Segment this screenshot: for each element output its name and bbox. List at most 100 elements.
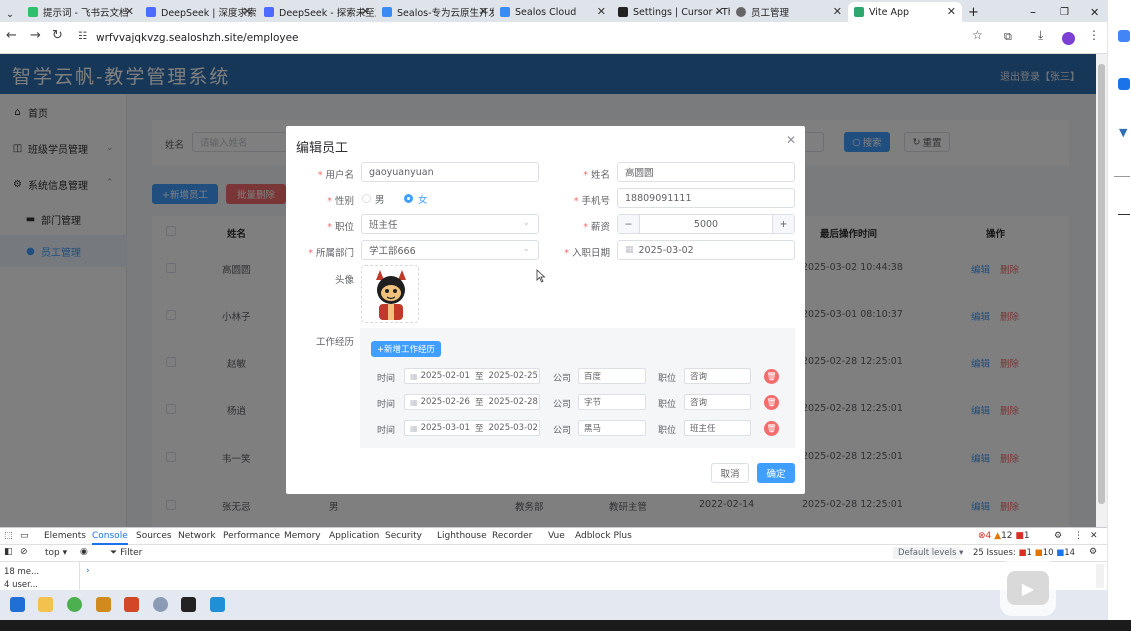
devtools-tab-active[interactable]: Console (92, 531, 128, 545)
close-tab-icon[interactable]: ✕ (125, 5, 134, 18)
bookmark-star-icon[interactable]: ☆ (972, 28, 983, 42)
devtools-tab[interactable]: Sources (136, 531, 172, 541)
start-menu-icon[interactable] (10, 597, 25, 612)
minimize-window-icon[interactable]: – (1024, 2, 1044, 22)
page-scrollbar-thumb[interactable] (1098, 64, 1105, 504)
close-icon[interactable]: ✕ (786, 133, 796, 147)
devtools-tab[interactable]: Adblock Plus (575, 531, 632, 541)
forward-icon[interactable]: → (30, 28, 41, 43)
work-company-input[interactable]: 黑马 (578, 420, 646, 436)
work-date-range[interactable]: ▦ 2025-03-01 至 2025-03-02 (404, 420, 540, 436)
new-tab-button[interactable]: + (962, 2, 984, 22)
console-sidebar-messages[interactable]: 18 me... (4, 567, 39, 577)
clear-console-icon[interactable]: ⊘ (20, 547, 28, 557)
error-count[interactable]: ⊗4 ▲12 ■1 (978, 531, 1030, 541)
entry-date-picker[interactable]: ▦ 2025-03-02 (617, 240, 795, 260)
site-info-icon[interactable]: ☷ (78, 31, 87, 42)
inspect-element-icon[interactable]: ⬚ (4, 531, 13, 541)
browser-tab[interactable]: Sealos-专为云原生开发 ✕ (376, 2, 494, 22)
sidebar-toggle-icon[interactable]: ◧ (4, 547, 13, 557)
powerpoint-icon[interactable] (124, 597, 139, 612)
name-input[interactable]: 高圆圆 (617, 162, 795, 182)
devtools-tab[interactable]: Elements (44, 531, 86, 541)
close-tab-icon[interactable]: ✕ (243, 5, 252, 18)
dept-select[interactable]: 学工部666 ⌄ (361, 240, 539, 260)
close-tab-icon[interactable]: ✕ (597, 5, 606, 18)
extensions-icon[interactable]: ⧉ (1004, 30, 1012, 44)
devtools-tab[interactable]: Application (329, 531, 379, 541)
console-sidebar-user-messages[interactable]: 4 user... (4, 580, 38, 590)
url-field[interactable]: wrfvvajqkvzg.sealoshzh.site/employee (96, 32, 299, 44)
browser-tab[interactable]: Sealos Cloud ✕ (494, 2, 612, 22)
device-toolbar-icon[interactable]: ▭ (20, 531, 29, 541)
work-job-input[interactable]: 咨询 (684, 394, 751, 410)
devtools-tab[interactable]: Lighthouse (437, 531, 487, 541)
browser-tab-active[interactable]: Vite App ✕ (848, 2, 962, 22)
back-icon[interactable]: ← (6, 28, 17, 43)
browser-tab[interactable]: 员工管理 ✕ (730, 2, 848, 22)
vite-side-icon[interactable]: ▼ (1119, 126, 1127, 139)
username-input[interactable]: gaoyuanyuan (361, 162, 539, 182)
side-app-icon[interactable] (1118, 30, 1130, 42)
devtools-tab[interactable]: Vue (548, 531, 565, 541)
ok-button[interactable]: 确定 (757, 463, 795, 483)
issues-count[interactable]: 25 Issues: ■1 ■10 ■14 (973, 548, 1075, 558)
work-company-input[interactable]: 百度 (578, 368, 646, 384)
browser-tab[interactable]: DeepSeek - 探索未至之境✕ (258, 2, 376, 22)
console-scrollbar[interactable] (1096, 564, 1104, 588)
profile-avatar[interactable] (1062, 32, 1075, 45)
salary-decrement-button[interactable]: − (618, 215, 640, 233)
devtools-tab[interactable]: Performance (223, 531, 280, 541)
chrome-icon[interactable] (67, 597, 82, 612)
download-icon[interactable]: ⤓ (1038, 28, 1043, 43)
filter-input[interactable]: ⏷ Filter (110, 548, 142, 558)
console-output[interactable]: › (80, 562, 1107, 590)
avatar-uploader[interactable] (361, 265, 419, 323)
settings-icon[interactable]: ⚙ (1054, 531, 1062, 541)
delete-work-icon[interactable]: 🗑 (764, 395, 779, 410)
gender-male-radio[interactable] (362, 194, 371, 203)
work-date-range[interactable]: ▦ 2025-02-01 至 2025-02-25 (404, 368, 540, 384)
reload-icon[interactable]: ↻ (52, 28, 63, 43)
close-tab-icon[interactable]: ✕ (833, 5, 842, 18)
devtools-tab[interactable]: Memory (284, 531, 321, 541)
devtools-tab[interactable]: Network (178, 531, 216, 541)
work-date-range[interactable]: ▦ 2025-02-26 至 2025-02-28 (404, 394, 540, 410)
phone-input[interactable]: 18809091111 (617, 188, 795, 208)
cancel-button[interactable]: 取消 (711, 463, 749, 483)
eye-icon[interactable]: ◉ (80, 547, 88, 557)
network-icon[interactable] (153, 597, 168, 612)
job-select[interactable]: 班主任 ⌄ (361, 214, 539, 234)
browser-tab[interactable]: 提示词 - 飞书云文档 ✕ (22, 2, 140, 22)
default-levels-select[interactable]: Default levels ▾ (898, 548, 963, 558)
close-devtools-icon[interactable]: ✕ (1090, 531, 1098, 541)
browser-tab[interactable]: Settings | Cursor - The ✕ (612, 2, 730, 22)
devtools-tab[interactable]: Security (385, 531, 422, 541)
file-explorer-icon[interactable] (38, 597, 53, 612)
work-company-input[interactable]: 字节 (578, 394, 646, 410)
work-job-input[interactable]: 班主任 (684, 420, 751, 436)
restore-window-icon[interactable]: ❐ (1054, 2, 1074, 22)
work-job-input[interactable]: 咨询 (684, 368, 751, 384)
tab-list-button[interactable]: ⌄ (0, 4, 22, 24)
devtools-tab[interactable]: Recorder (492, 531, 532, 541)
close-tab-icon[interactable]: ✕ (715, 5, 724, 18)
delete-work-icon[interactable]: 🗑 (764, 421, 779, 436)
close-tab-icon[interactable]: ✕ (361, 5, 370, 18)
add-work-button[interactable]: +新增工作经历 (371, 341, 441, 357)
side-app-icon[interactable] (1118, 78, 1130, 90)
gender-female-label[interactable]: 女 (418, 192, 428, 206)
video-play-overlay[interactable]: ▶ (1000, 560, 1056, 616)
gender-male-label[interactable]: 男 (375, 192, 385, 206)
cursor-app-icon[interactable] (181, 597, 196, 612)
close-tab-icon[interactable]: ✕ (947, 5, 956, 18)
console-settings-icon[interactable]: ⚙ (1089, 547, 1097, 557)
more-menu-icon[interactable]: ⋮ (1074, 531, 1083, 541)
salary-stepper[interactable]: − 5000 + (617, 214, 795, 234)
more-menu-icon[interactable]: ⋮ (1088, 28, 1100, 42)
salary-value[interactable]: 5000 (640, 219, 772, 230)
context-select[interactable]: top ▾ (45, 548, 67, 558)
salary-increment-button[interactable]: + (772, 215, 794, 233)
close-tab-icon[interactable]: ✕ (479, 5, 488, 18)
close-window-icon[interactable]: ✕ (1084, 2, 1104, 22)
